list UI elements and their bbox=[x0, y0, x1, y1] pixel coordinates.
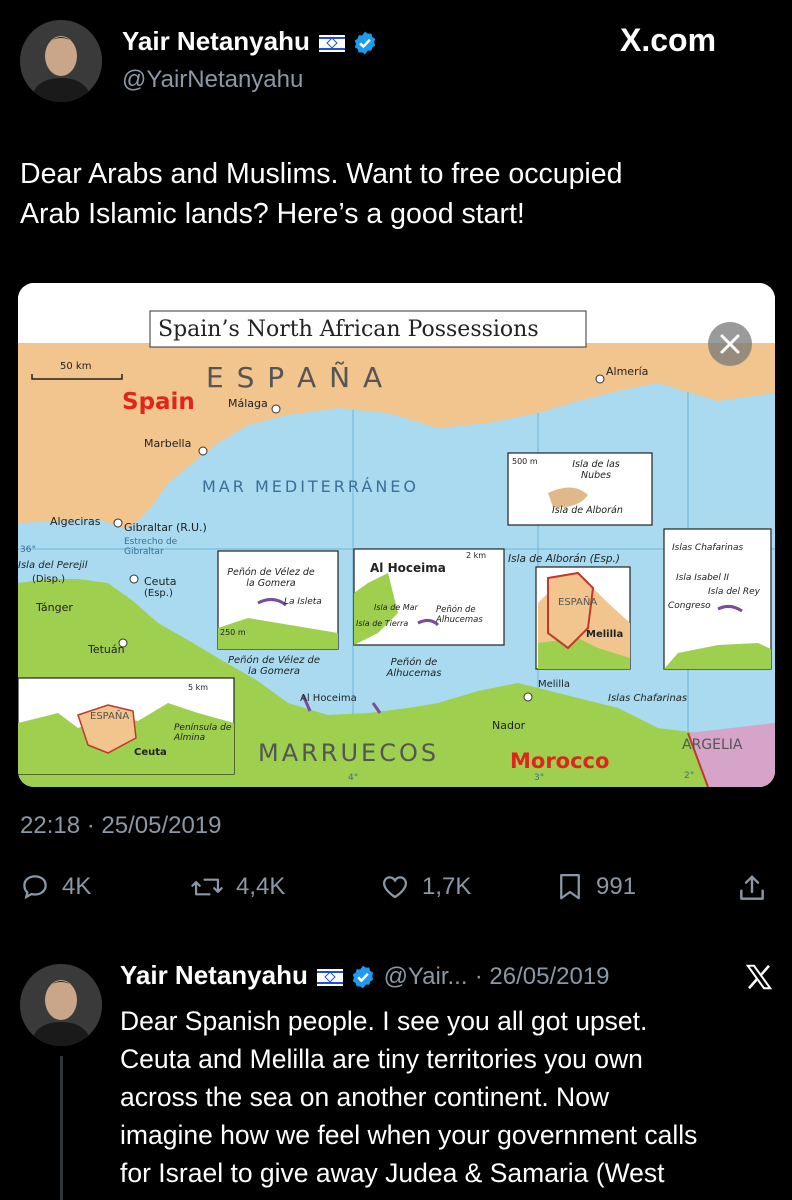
map-tetuan: Tetuán bbox=[88, 643, 125, 656]
map-morocco: Morocco bbox=[510, 749, 610, 773]
map-graphic bbox=[18, 283, 775, 787]
author-name[interactable]: Yair Netanyahu bbox=[122, 26, 310, 56]
map-estrecho: Estrecho de Gibraltar bbox=[124, 537, 178, 557]
map-tanger: Tánger bbox=[36, 601, 73, 614]
map-penon-alhucemas-inset: Peñón de Alhucemas bbox=[436, 605, 483, 625]
repost-count: 4,4K bbox=[236, 873, 286, 900]
heart-icon bbox=[382, 876, 408, 899]
israel-flag-icon bbox=[319, 34, 346, 52]
avatar[interactable] bbox=[20, 20, 102, 102]
map-scale-500m: 500 m bbox=[512, 457, 538, 466]
map-al-hoceima: Al Hoceima bbox=[300, 693, 357, 704]
tweet-text: Dear Arabs and Muslims. Want to free occ… bbox=[20, 158, 623, 230]
bookmark-button[interactable]: 991 bbox=[556, 872, 636, 902]
share-icon bbox=[740, 875, 764, 900]
like-count: 1,7K bbox=[422, 873, 472, 900]
reply-avatar[interactable] bbox=[20, 964, 102, 1046]
map-isla-de-tierra: Isla de Tierra bbox=[356, 619, 409, 628]
author-name-row[interactable]: Yair Netanyahu bbox=[122, 26, 378, 57]
map-marruecos: MARRUECOS bbox=[258, 739, 440, 767]
reply-author-handle[interactable]: @Yair... bbox=[384, 963, 468, 990]
map-deg2: 2° bbox=[684, 771, 695, 781]
map-deg36: 36° bbox=[20, 545, 36, 555]
map-peninsula: Península de Almina bbox=[174, 723, 232, 743]
reply-button[interactable]: 4K bbox=[20, 872, 91, 902]
map-congreso: Congreso bbox=[668, 601, 711, 611]
close-icon bbox=[720, 334, 740, 354]
map-algeciras: Algeciras bbox=[50, 515, 101, 528]
map-deg3: 3° bbox=[534, 773, 545, 783]
map-malaga: Málaga bbox=[228, 397, 268, 410]
bookmark-icon bbox=[560, 874, 580, 900]
repost-button[interactable]: 4,4K bbox=[190, 872, 285, 902]
map-scale-2km: 2 km bbox=[466, 551, 487, 560]
map-melilla: Melilla bbox=[538, 679, 571, 690]
map-ceuta-inset: Ceuta bbox=[134, 747, 167, 758]
map-ceuta-espana: ESPAÑA bbox=[90, 711, 130, 722]
map-melilla-espana: ESPAÑA bbox=[558, 597, 598, 608]
repost-icon bbox=[191, 878, 223, 896]
reply-icon bbox=[23, 875, 47, 900]
map-la-isleta: La Isleta bbox=[284, 597, 322, 607]
reply-date[interactable]: · 26/05/2019 bbox=[475, 963, 610, 990]
reply-count: 4K bbox=[62, 873, 92, 900]
share-button[interactable] bbox=[736, 872, 768, 909]
map-ceuta: Ceuta bbox=[144, 575, 177, 588]
map-isla-de-mar: Isla de Mar bbox=[374, 603, 418, 612]
map-marbella: Marbella bbox=[144, 437, 192, 450]
map-argelia: ARGELIA bbox=[682, 737, 743, 753]
map-mar: MAR MEDITERRÁNEO bbox=[202, 477, 419, 496]
map-spain: Spain bbox=[122, 389, 195, 415]
map-ceuta-esp: (Esp.) bbox=[144, 588, 173, 599]
thread-line bbox=[60, 1056, 63, 1200]
map-almeria: Almería bbox=[606, 365, 649, 378]
map-nubes: Isla de las Nubes bbox=[572, 459, 620, 481]
map-scale-5km: 5 km bbox=[188, 683, 209, 692]
map-title: Spain’s North African Possessions bbox=[158, 317, 539, 342]
reply-text: Dear Spanish people. I see you all got u… bbox=[120, 1006, 698, 1188]
map-velez-inset-title: Peñón de Vélez de la Gomera bbox=[227, 567, 315, 589]
map-chafarinas: Islas Chafarinas bbox=[608, 693, 688, 704]
map-melilla-inset: Melilla bbox=[586, 629, 624, 640]
map-perejil: Isla del Perejil bbox=[18, 560, 88, 571]
map-isabel: Isla Isabel II bbox=[676, 573, 729, 583]
map-nador: Nador bbox=[492, 719, 526, 732]
map-velez-label: Peñón de Vélez de la Gomera bbox=[227, 655, 321, 677]
x-brand-logo: X.com bbox=[620, 22, 717, 58]
map-deg4: 4° bbox=[348, 773, 359, 783]
verified-badge-icon bbox=[355, 31, 376, 55]
map-isla-alboran-inset: Isla de Alborán bbox=[552, 505, 623, 516]
bookmark-count: 991 bbox=[596, 873, 637, 900]
tweet-timestamp[interactable]: 22:18 · 25/05/2019 bbox=[20, 812, 222, 840]
map-gibraltar: Gibraltar (R.U.) bbox=[124, 521, 207, 534]
map-scale-250m: 250 m bbox=[220, 628, 246, 637]
map-isla-alboran: Isla de Alborán (Esp.) bbox=[508, 553, 620, 565]
x-logo-icon bbox=[744, 962, 774, 997]
author-handle[interactable]: @YairNetanyahu bbox=[122, 66, 303, 94]
israel-flag-icon bbox=[317, 968, 344, 986]
map-espana: E S P A Ñ A bbox=[206, 361, 385, 394]
map-chafarinas-title: Islas Chafarinas bbox=[672, 543, 744, 553]
map-scale-main: 50 km bbox=[60, 361, 92, 372]
map-image[interactable]: Spain’s North African Possessions 50 km … bbox=[18, 283, 775, 787]
map-penon-alhucemas: Peñón de Alhucemas bbox=[386, 657, 442, 679]
map-hoceima-title: Al Hoceima bbox=[370, 561, 446, 575]
reply-author-row[interactable]: Yair Netanyahu @Yair... · 26/05/2019 bbox=[120, 960, 610, 991]
verified-badge-icon bbox=[353, 965, 374, 989]
map-isla-del-rey: Isla del Rey bbox=[708, 587, 760, 597]
like-button[interactable]: 1,7K bbox=[380, 872, 471, 902]
close-image-button[interactable] bbox=[708, 322, 752, 366]
reply-author-name[interactable]: Yair Netanyahu bbox=[120, 960, 308, 990]
map-perejil-disp: (Disp.) bbox=[32, 574, 66, 585]
